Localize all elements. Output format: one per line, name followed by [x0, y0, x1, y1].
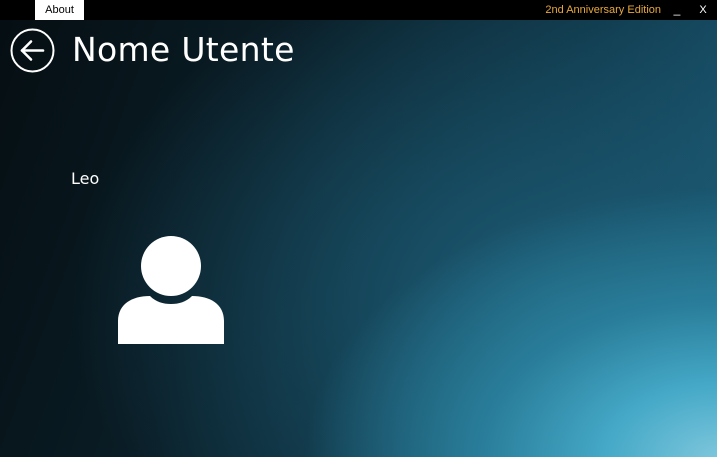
about-tab[interactable]: About [35, 0, 84, 20]
close-button[interactable]: X [697, 0, 709, 20]
page-title: Nome Utente [72, 30, 295, 69]
minimize-button[interactable]: _ [671, 0, 683, 20]
back-button[interactable] [10, 28, 55, 73]
app-window: About 2nd Anniversary Edition _ X Nome U… [0, 0, 717, 457]
avatar[interactable] [118, 236, 224, 344]
user-name-label: Leo [71, 169, 100, 188]
title-bar: About 2nd Anniversary Edition _ X [0, 0, 717, 20]
edition-label: 2nd Anniversary Edition [545, 4, 661, 16]
user-silhouette-icon [118, 236, 224, 344]
back-arrow-circle-icon [10, 28, 55, 73]
